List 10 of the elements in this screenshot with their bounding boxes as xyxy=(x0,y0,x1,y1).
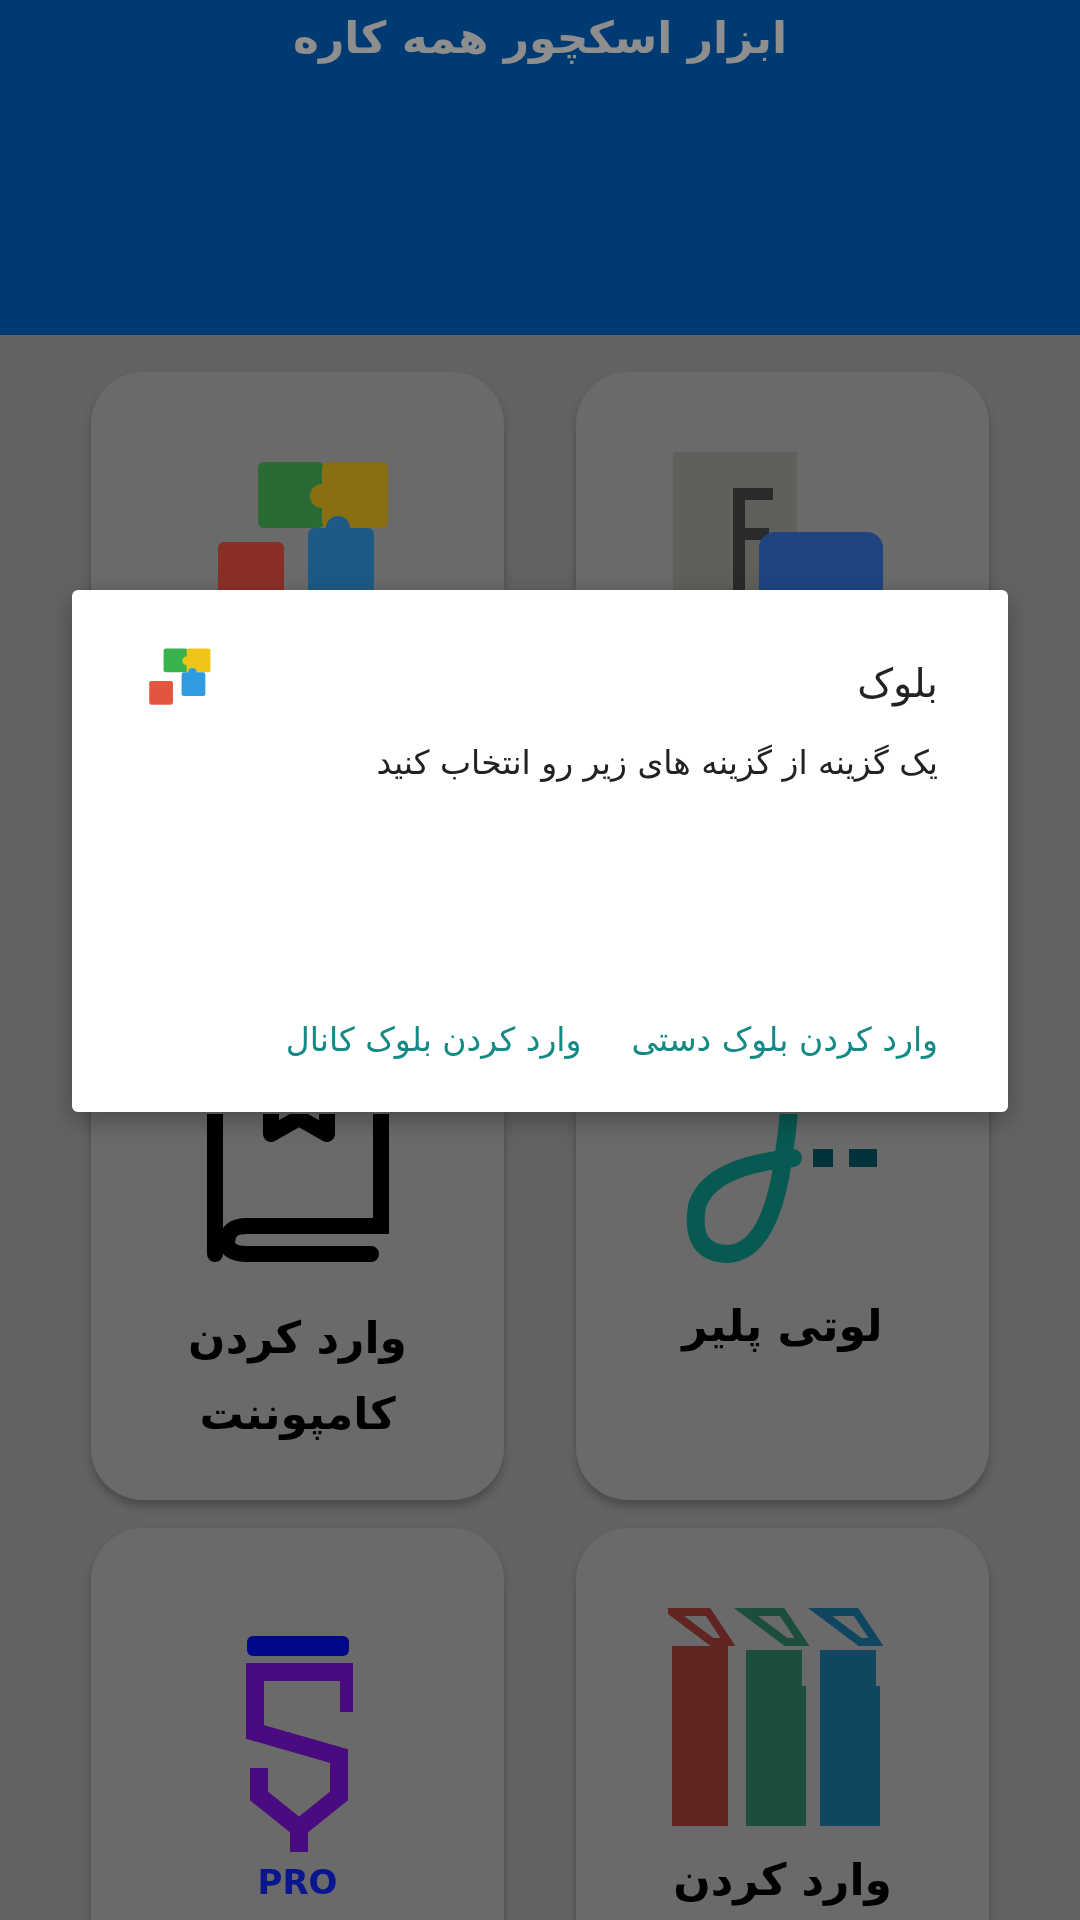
card-label: وارد کردن کامپوننت xyxy=(187,1311,408,1442)
dialog-message: یک گزینه از گزینه های زیر رو انتخاب کنید xyxy=(375,742,938,784)
dialog-button[interactable]: وارد کردن بلوک دستی xyxy=(631,1016,938,1064)
card-label: لوتی پلیر xyxy=(682,1299,883,1354)
header-title: ابزار اسکچور همه کاره xyxy=(293,11,787,66)
card-label: وارد کردن xyxy=(673,1853,892,1908)
dialog-title: بلوک xyxy=(857,659,938,709)
tool-card[interactable]: PRO xyxy=(91,1528,504,1920)
logo-text: PRO xyxy=(257,1862,338,1902)
tool-card[interactable]: وارد کردن xyxy=(576,1528,989,1920)
